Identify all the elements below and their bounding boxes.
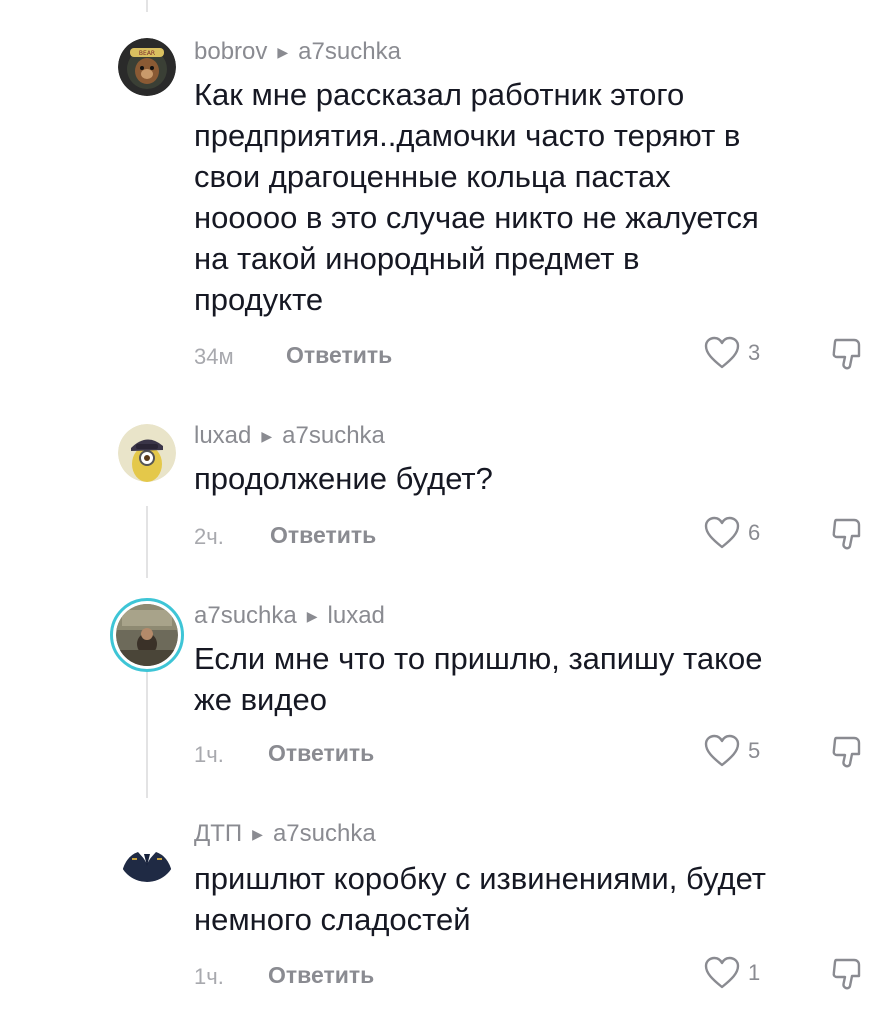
like-count: 5 [748, 738, 761, 763]
avatar-story-ring[interactable] [110, 598, 184, 672]
like-button[interactable]: 5 [704, 734, 760, 768]
comment-time: 2ч. [194, 524, 224, 549]
reply-button[interactable]: Ответить [270, 522, 376, 549]
like-button[interactable]: 1 [704, 956, 760, 990]
comment-text: пришлют коробку с извинениями, будет нем… [194, 861, 767, 937]
dislike-button[interactable] [830, 734, 866, 775]
comment-actions: 1ч. Ответить 5 [194, 734, 874, 774]
author-name[interactable]: ДТП [194, 820, 242, 848]
thread-line [146, 672, 148, 798]
comment-time: 1ч. [194, 964, 224, 989]
comment-meta: a7suchka ▶ luxad [194, 602, 385, 630]
thumbs-down-icon [832, 736, 861, 768]
thumbs-down-icon [832, 958, 861, 990]
like-button[interactable]: 3 [704, 336, 760, 370]
comment-text: Как мне рассказал работник этого предпри… [194, 77, 759, 317]
avatar[interactable] [118, 824, 176, 882]
reply-to-name[interactable]: a7suchka [282, 422, 385, 450]
comment-actions: 1ч. Ответить 1 [194, 956, 874, 996]
comment-time: 34м [194, 344, 234, 369]
heart-outline-icon [704, 336, 740, 369]
like-count: 3 [748, 340, 761, 365]
reply-to-name[interactable]: luxad [328, 602, 385, 630]
heart-outline-icon [704, 734, 740, 767]
comment-actions: 2ч. Ответить 6 [194, 516, 874, 556]
author-name[interactable]: bobrov [194, 38, 267, 66]
triangle-right-icon: ▶ [306, 607, 318, 624]
thread-line [146, 0, 148, 12]
reply-button[interactable]: Ответить [268, 962, 374, 989]
reply-button[interactable]: Ответить [268, 740, 374, 767]
heart-outline-icon [704, 516, 740, 549]
comment-text: Если мне что то пришлю, запишу такое же … [194, 641, 763, 717]
comment-meta: luxad ▶ a7suchka [194, 422, 385, 450]
heart-outline-icon [704, 956, 740, 989]
triangle-right-icon: ▶ [277, 43, 289, 60]
triangle-right-icon: ▶ [252, 825, 263, 842]
avatar[interactable]: BEAR [118, 38, 176, 96]
svg-text:BEAR: BEAR [139, 50, 155, 57]
triangle-right-icon: ▶ [261, 427, 273, 444]
comment-time: 1ч. [194, 742, 224, 767]
avatar[interactable] [118, 424, 176, 482]
dislike-button[interactable] [830, 956, 866, 997]
dislike-button[interactable] [830, 336, 866, 377]
comment-text: продолжение будет? [194, 461, 493, 496]
author-name[interactable]: luxad [194, 422, 251, 450]
reply-button[interactable]: Ответить [286, 342, 392, 369]
reply-to-name[interactable]: a7suchka [298, 38, 401, 66]
like-button[interactable]: 6 [704, 516, 760, 550]
reply-to-name[interactable]: a7suchka [273, 820, 376, 848]
thumbs-down-icon [832, 518, 861, 550]
comment-actions: 34м Ответить 3 [194, 336, 874, 376]
dislike-button[interactable] [830, 516, 866, 557]
thread-line [146, 506, 148, 578]
like-count: 1 [748, 960, 761, 985]
like-count: 6 [748, 520, 761, 545]
comment-meta: bobrov ▶ a7suchka [194, 38, 401, 66]
comment-meta: ДТП ▶ a7suchka [194, 820, 376, 848]
author-name[interactable]: a7suchka [194, 602, 297, 630]
thumbs-down-icon [832, 338, 861, 370]
